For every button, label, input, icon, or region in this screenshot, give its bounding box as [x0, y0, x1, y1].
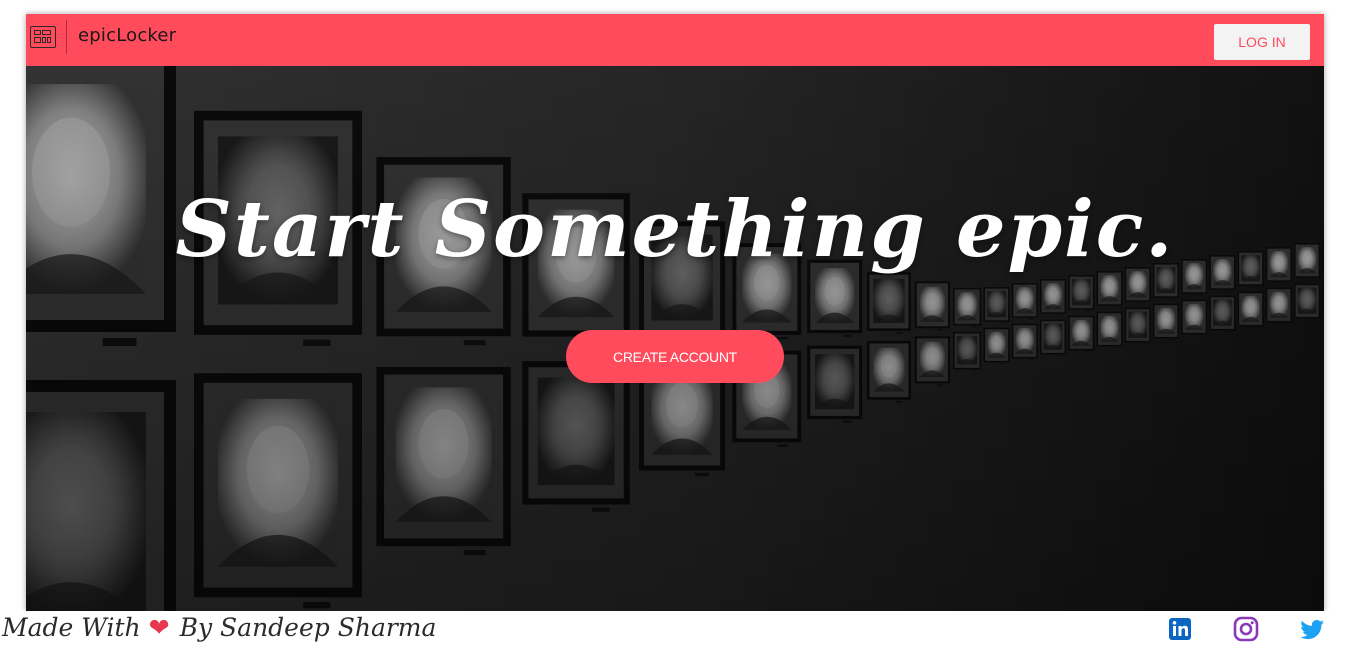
footer-credit: Made With ❤ By Sandeep Sharma [2, 613, 436, 642]
brand-name[interactable]: epicLocker [78, 25, 176, 46]
footer: Made With ❤ By Sandeep Sharma [0, 611, 1364, 655]
linkedin-icon[interactable] [1166, 615, 1194, 643]
credit-prefix: Made With [2, 613, 141, 642]
credit-suffix: By Sandeep Sharma [179, 613, 437, 642]
login-button[interactable]: LOG IN [1214, 24, 1310, 60]
create-account-button[interactable]: CREATE ACCOUNT [566, 330, 784, 383]
navbar: epicLocker LOG IN [26, 14, 1324, 66]
locker-grid-icon[interactable] [30, 26, 56, 48]
logo-divider [66, 20, 67, 54]
twitter-icon[interactable] [1298, 615, 1326, 643]
hero-title: Start Something epic. [175, 184, 1175, 275]
app-window: epicLocker LOG IN Start Something epic. … [26, 14, 1324, 611]
hero-section: Start Something epic. CREATE ACCOUNT [26, 66, 1324, 611]
heart-icon: ❤ [148, 613, 170, 642]
instagram-icon[interactable] [1232, 615, 1260, 643]
